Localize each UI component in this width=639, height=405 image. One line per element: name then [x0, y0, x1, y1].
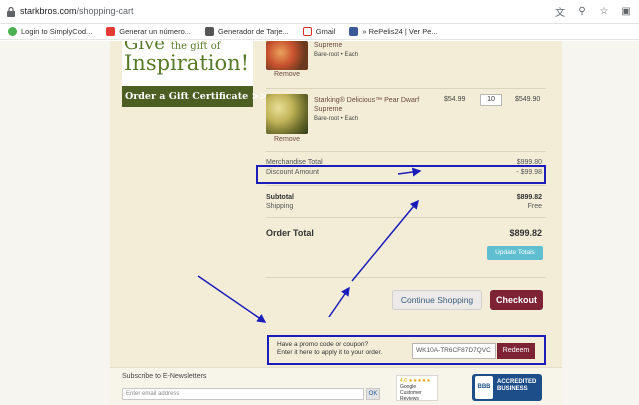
newsletter-ok-button[interactable]: OK	[366, 388, 380, 400]
bookmark-repelis[interactable]: » RePelis24 | Ver Pe...	[349, 27, 438, 36]
shipping-label: Shipping	[266, 203, 294, 210]
divider	[266, 277, 546, 278]
item-meta: Bare-root • Each	[314, 52, 359, 58]
tools-favicon-icon	[205, 27, 215, 36]
checkout-button[interactable]: Checkout	[490, 290, 543, 310]
order-total-row: Order Total $899.82	[266, 228, 542, 238]
inspiration-text: Inspiration!	[124, 51, 250, 75]
subtotal-value: $899.82	[516, 194, 542, 201]
continue-shopping-button[interactable]: Continue Shopping	[392, 290, 482, 310]
extension-icon[interactable]: ▣	[619, 4, 633, 18]
update-totals-button[interactable]: Update Totals	[487, 246, 543, 260]
bookmark-label: Generar un número...	[119, 27, 192, 36]
subtotal-label: Subtotal	[266, 194, 294, 201]
divider	[266, 185, 546, 186]
shipping-value: Free	[527, 203, 542, 210]
promo-instructions: Have a promo code or coupon? Enter it he…	[277, 341, 383, 356]
url-host: starkbros.com	[20, 6, 77, 16]
unit-price: $54.99	[444, 96, 466, 103]
address-bar[interactable]: starkbros.com/shopping-cart 文 ⚲ ☆ ▣	[0, 0, 639, 24]
item-name[interactable]: Starking® Delicious™ Pear Dwarf Supreme	[314, 96, 419, 114]
bbb-badge[interactable]: BBB ACCREDITED BUSINESS	[472, 374, 542, 401]
footer: Subscribe to E-Newsletters Enter email a…	[110, 367, 562, 405]
gmail-favicon-icon	[302, 27, 312, 36]
item-name[interactable]: Supreme	[314, 41, 342, 50]
subtotal-row: Subtotal $899.82	[266, 194, 542, 201]
customer-reviews-label: Customer Reviews	[400, 390, 422, 402]
translate-icon[interactable]: 文	[553, 4, 567, 19]
bookmark-generador[interactable]: Generador de Tarje...	[205, 27, 289, 36]
line-total: $549.90	[515, 96, 541, 103]
pear-tree-image[interactable]	[266, 94, 308, 134]
cart-item: Starking® Delicious™ Pear Dwarf Supreme B…	[266, 94, 546, 146]
zoom-icon[interactable]: ⚲	[575, 4, 589, 18]
simplycod-favicon-icon	[8, 27, 17, 36]
bookmark-label: Login to SimplyCod...	[21, 27, 93, 36]
discount-highlight-annotation	[256, 165, 546, 184]
divider	[266, 217, 546, 218]
shipping-row: Shipping Free	[266, 203, 542, 210]
promo-code-box: Have a promo code or coupon? Enter it he…	[267, 335, 546, 365]
divider	[266, 88, 546, 89]
newsletter-email-input[interactable]: Enter email address	[122, 388, 364, 400]
order-total-label: Order Total	[266, 228, 314, 238]
bookmark-label: Generador de Tarje...	[218, 27, 289, 36]
bookmark-gmail[interactable]: Gmail	[302, 27, 336, 36]
url-path: /shopping-cart	[76, 6, 134, 16]
newsletter-label: Subscribe to E-Newsletters	[122, 373, 207, 380]
order-gift-certificate-link[interactable]: Order a Gift Certificate >>	[122, 86, 267, 107]
promo-code-input[interactable]: WK10A-TR6CF87D7QVC	[412, 343, 496, 359]
repelis-favicon-icon	[349, 27, 359, 36]
bbb-logo-icon: BBB	[475, 376, 493, 399]
bookmark-label: » RePelis24 | Ver Pe...	[362, 27, 438, 36]
order-total-value: $899.82	[509, 228, 542, 238]
google-reviews-badge[interactable]: 4.6 ★★★★★ Google Customer Reviews	[396, 375, 438, 402]
quantity-input[interactable]: 10	[480, 94, 502, 106]
bookmark-simplycod[interactable]: Login to SimplyCod...	[8, 27, 92, 36]
item-meta: Bare-root • Each	[314, 116, 359, 122]
bookmark-star-icon[interactable]: ☆	[597, 4, 611, 18]
bookmark-label: Gmail	[315, 27, 336, 36]
bookmark-generar[interactable]: Generar un número...	[106, 27, 191, 36]
bbb-text: ACCREDITED BUSINESS	[497, 379, 537, 392]
cart-item: Supreme Bare-root • Each Remove	[266, 41, 546, 81]
cart-content: Give the gift of Inspiration! Order a Gi…	[110, 41, 562, 367]
page: Give the gift of Inspiration! Order a Gi…	[0, 41, 639, 405]
divider	[266, 151, 546, 152]
remove-link[interactable]: Remove	[274, 136, 300, 143]
lock-icon	[7, 6, 15, 17]
bookmarks-bar: Login to SimplyCod... Generar un número.…	[0, 24, 639, 40]
redeem-button[interactable]: Redeem	[497, 343, 535, 359]
remove-link[interactable]: Remove	[274, 71, 300, 78]
generar-favicon-icon	[106, 27, 116, 36]
peach-tree-image[interactable]	[266, 41, 308, 70]
url-text[interactable]: starkbros.com/shopping-cart	[20, 6, 134, 16]
